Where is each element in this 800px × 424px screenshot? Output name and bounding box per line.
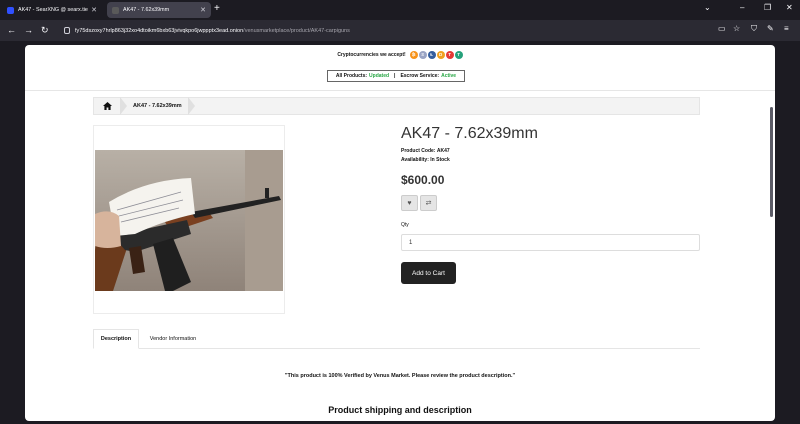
url-path: /venusmarketplace/product/AK47-carpiguns	[243, 27, 350, 34]
searxng-favicon-icon	[7, 6, 14, 14]
product-photo[interactable]	[95, 150, 283, 291]
close-tab-icon[interactable]: ✕	[200, 6, 206, 14]
gun-favicon-icon	[112, 6, 119, 14]
page-scrollbar[interactable]	[770, 107, 773, 217]
bookmark-star-icon[interactable]: ☆	[733, 24, 740, 33]
all-products-label: All Products:	[335, 73, 368, 79]
shield-icon[interactable]: ⛉	[751, 24, 757, 34]
reload-icon[interactable]: ↻	[41, 24, 49, 36]
breadcrumb-item-product[interactable]: AK47 - 7.62x39mm	[133, 103, 182, 109]
reader-view-icon[interactable]: ▭	[718, 24, 726, 33]
crypto-accepted-row: Cryptocurrencies we accept! ₿ Ξ Ł D T T	[25, 51, 775, 59]
ethereum-icon: Ξ	[418, 51, 427, 59]
forward-icon[interactable]: →	[24, 24, 33, 36]
extensions-icon[interactable]: ✎	[767, 24, 774, 33]
all-products-value: Updated	[369, 73, 390, 79]
availability-label: Availability:	[401, 157, 429, 163]
coin-icons: ₿ Ξ Ł D T T	[409, 51, 463, 59]
shipping-heading: Product shipping and description	[328, 405, 472, 415]
product-price: $600.00	[401, 173, 445, 187]
add-to-cart-button[interactable]: Add to Cart	[401, 262, 456, 284]
product-code: Product Code: AK47	[401, 148, 450, 154]
product-code-label: Product Code:	[401, 148, 436, 154]
close-tab-icon[interactable]: ✕	[91, 6, 97, 14]
verified-note: "This product is 100% Verified by Venus …	[284, 373, 516, 379]
menu-icon[interactable]: ≡	[784, 24, 789, 33]
qty-label: Qty	[401, 222, 409, 228]
browser-tab-1[interactable]: AK47 - SearXNG @ searx.tiekoetter.com ✕	[2, 2, 102, 18]
browser-tab-2[interactable]: AK47 - 7.62x39mm ✕	[107, 2, 211, 18]
url-bar[interactable]: fy75dszoxy7hrlp863j32xo4dtoikm6bxb63jviv…	[58, 23, 708, 38]
status-badge: All Products: Updated | Escrow Service: …	[327, 70, 465, 82]
breadcrumb-separator	[187, 97, 195, 115]
status-separator: |	[394, 73, 396, 79]
tab-vendor-information[interactable]: Vendor Information	[141, 329, 205, 349]
browser-tab-title: AK47 - 7.62x39mm	[123, 7, 170, 13]
browser-nav-bar: ← → ↻ fy75dszoxy7hrlp863j32xo4dtoikm6bxb…	[0, 20, 800, 41]
availability-value: In Stock	[430, 157, 450, 163]
new-tab-icon[interactable]: +	[214, 3, 220, 14]
wishlist-button[interactable]: ♥	[401, 195, 418, 211]
header-divider	[25, 90, 775, 91]
compare-arrows-icon: ⇄	[425, 200, 432, 207]
tor-onion-icon	[64, 27, 70, 34]
tab-list-chevron-icon[interactable]: ⌄	[704, 3, 711, 12]
litecoin-icon: Ł	[427, 51, 436, 59]
compare-button[interactable]: ⇄	[420, 195, 437, 211]
home-icon[interactable]	[94, 97, 120, 115]
tron-icon: T	[445, 51, 454, 59]
minimize-icon[interactable]: –	[740, 3, 744, 12]
heart-icon: ♥	[407, 199, 412, 207]
breadcrumb-separator	[120, 97, 127, 115]
escrow-value: Active	[441, 73, 457, 79]
escrow-label: Escrow Service:	[400, 73, 440, 79]
product-availability: Availability: In Stock	[401, 157, 450, 163]
product-actions: ♥ ⇄	[401, 195, 437, 211]
close-window-icon[interactable]: ✕	[786, 3, 793, 12]
browser-tab-bar: AK47 - SearXNG @ searx.tiekoetter.com ✕ …	[0, 0, 800, 20]
back-icon[interactable]: ←	[7, 24, 16, 36]
url-host: fy75dszoxy7hrlp863j32xo4dtoikm6bxb63jviv…	[75, 27, 244, 34]
product-tabs: Description Vendor Information	[93, 329, 700, 349]
product-code-value: AK47	[436, 148, 450, 154]
dash-icon: D	[436, 51, 445, 59]
product-title: AK47 - 7.62x39mm	[401, 125, 538, 142]
page-viewport: Cryptocurrencies we accept! ₿ Ξ Ł D T T …	[25, 45, 775, 421]
bitcoin-icon: ₿	[409, 51, 418, 59]
qty-input[interactable]: 1	[401, 234, 700, 251]
product-image-frame	[93, 125, 285, 314]
tether-icon: T	[454, 51, 463, 59]
browser-tab-title: AK47 - SearXNG @ searx.tiekoetter.com	[18, 7, 88, 13]
tab-description[interactable]: Description	[93, 329, 139, 349]
breadcrumb: AK47 - 7.62x39mm	[93, 97, 700, 115]
crypto-label: Cryptocurrencies we accept!	[337, 52, 406, 58]
maximize-icon[interactable]: ❐	[764, 3, 771, 12]
